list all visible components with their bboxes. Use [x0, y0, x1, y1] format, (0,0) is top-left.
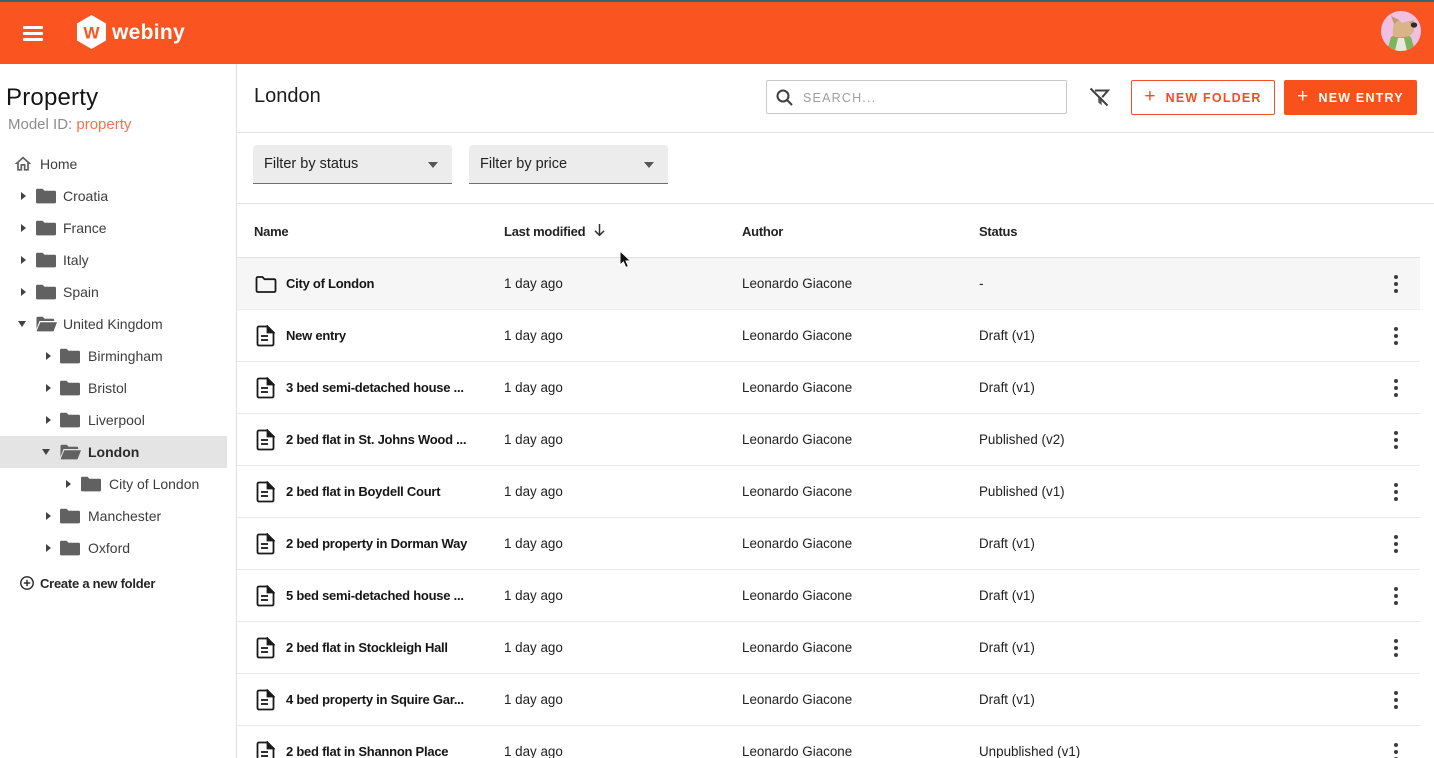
svg-text:W: W [83, 24, 100, 43]
